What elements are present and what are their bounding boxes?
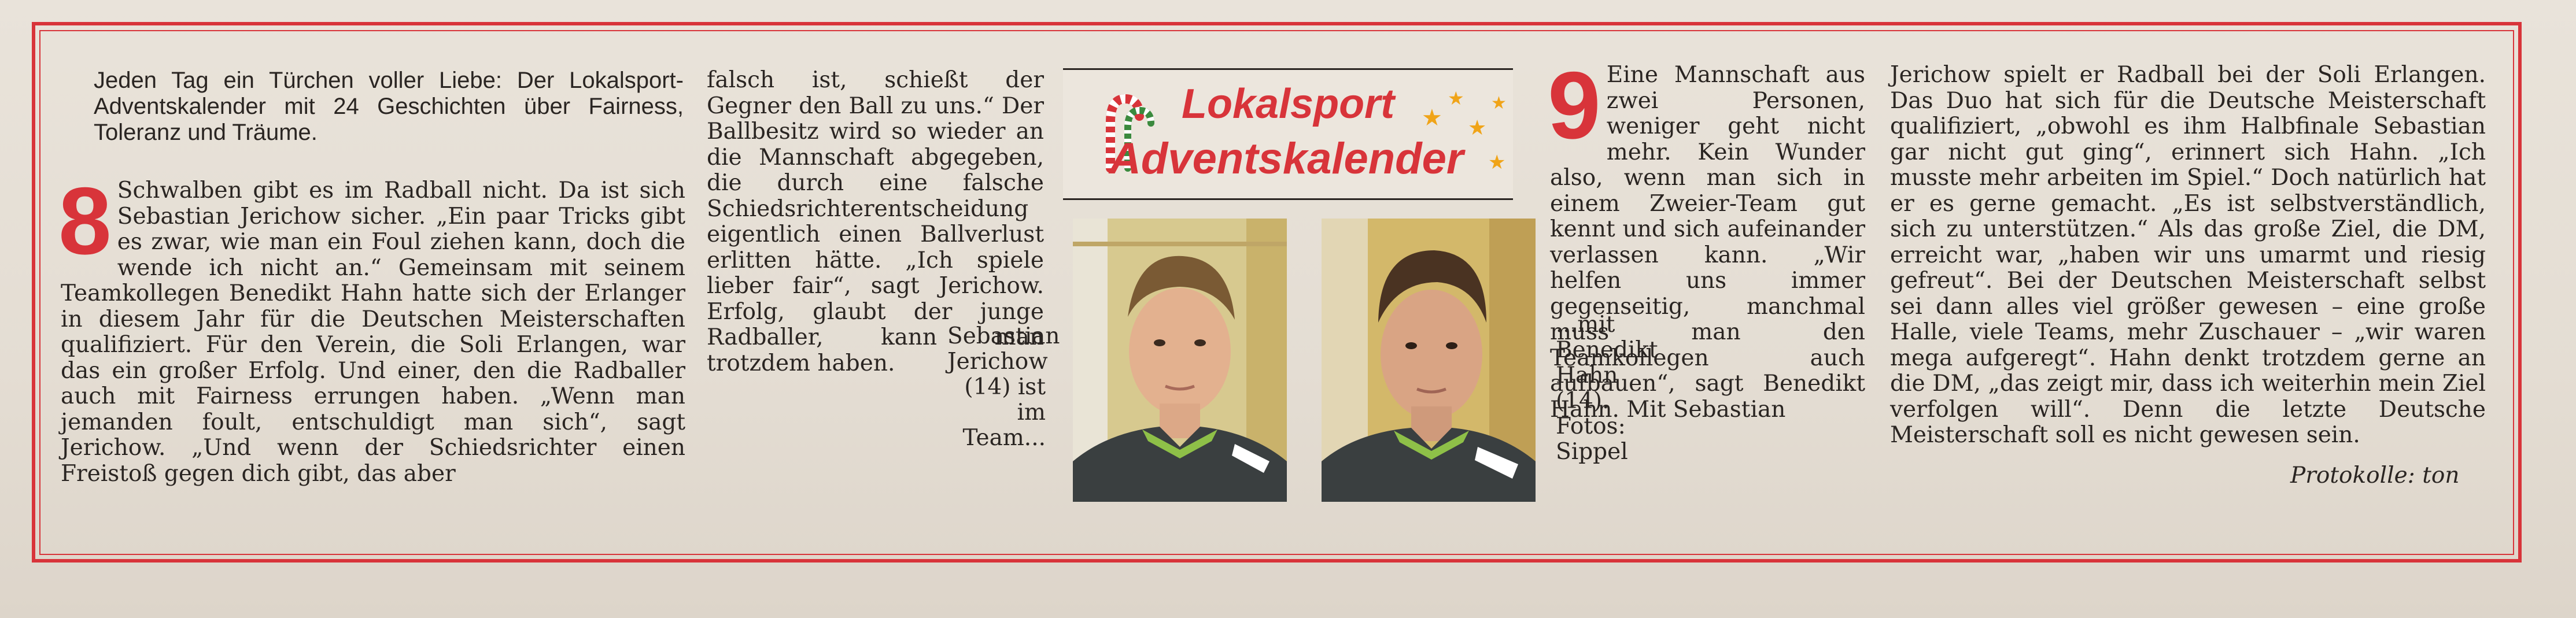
star-icon: ★ [1468, 116, 1487, 140]
intro-text: Jeden Tag ein Türchen voller Liebe: Der … [94, 68, 684, 145]
star-icon: ★ [1491, 93, 1507, 113]
advent-calendar-banner: Lokalsport Adventskalender ★ ★ ★ ★ ★ [1063, 68, 1513, 200]
signature: Protokolle: ton [2290, 462, 2460, 489]
star-icon: ★ [1488, 151, 1506, 174]
story-9-column-2: Jerichow spielt er Radball bei der Soli … [1890, 62, 2486, 449]
story-8-text-1: Schwalben gibt es im Radball nicht. Da i… [61, 177, 685, 487]
photo-sebastian-jerichow [1073, 219, 1287, 502]
story-9-number: 9 [1548, 52, 1601, 158]
photo-benedikt-hahn [1322, 219, 1536, 502]
photo-caption-left: Sebastian Jerichow (14) ist im Team... [947, 323, 1060, 451]
star-icon: ★ [1422, 105, 1442, 131]
banner-line-2: Adventskalender [1109, 134, 1464, 183]
star-icon: ★ [1448, 87, 1464, 109]
story-9-text-2: Jerichow spielt er Radball bei der Soli … [1890, 62, 2486, 448]
story-9-column-1: 9 Eine Mannschaft aus zwei Personen, wen… [1548, 52, 1865, 423]
story-8-column-1: 8 Schwalben gibt es im Radball nicht. Da… [58, 168, 685, 487]
banner-line-1: Lokalsport [1182, 81, 1395, 127]
story-8-number: 8 [58, 168, 112, 274]
